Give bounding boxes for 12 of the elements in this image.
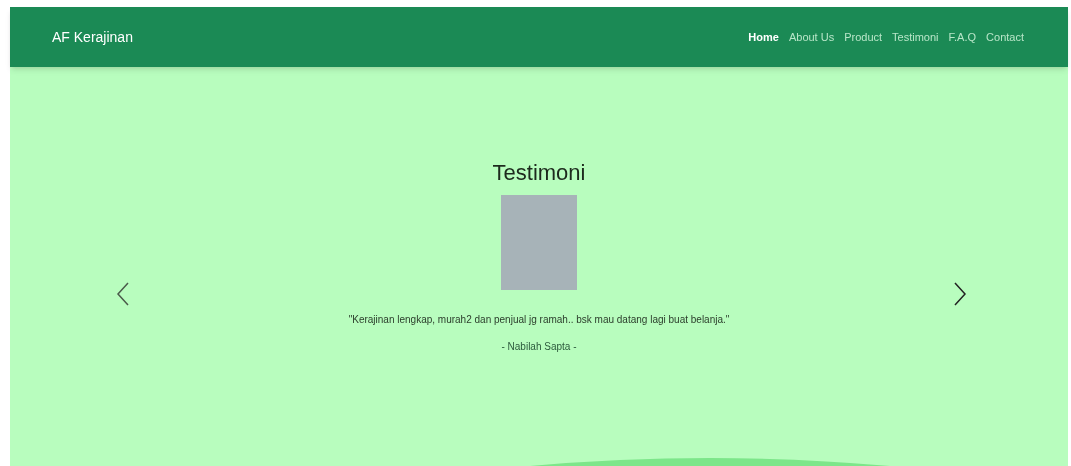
section-heading: Testimoni bbox=[492, 159, 586, 187]
previous-arrow-icon[interactable] bbox=[115, 281, 131, 307]
nav-link[interactable]: F.A.Q bbox=[948, 28, 977, 46]
nav-link[interactable]: About Us bbox=[788, 28, 835, 46]
brand-link[interactable]: AF Kerajinan bbox=[52, 26, 133, 48]
nav-link[interactable]: Contact bbox=[986, 28, 1024, 46]
next-arrow-icon[interactable] bbox=[952, 281, 968, 307]
nav-link[interactable]: Product bbox=[844, 28, 883, 46]
testimonial-author: - Nabilah Sapta - bbox=[501, 340, 577, 354]
nav-link[interactable]: Testimoni bbox=[892, 28, 939, 46]
testimonial-quote: "Kerajinan lengkap, murah2 dan penjual jg ramah.. bsk mau datang lagi buat belanja." bbox=[348, 313, 730, 327]
nav-link[interactable]: Home bbox=[748, 28, 779, 46]
